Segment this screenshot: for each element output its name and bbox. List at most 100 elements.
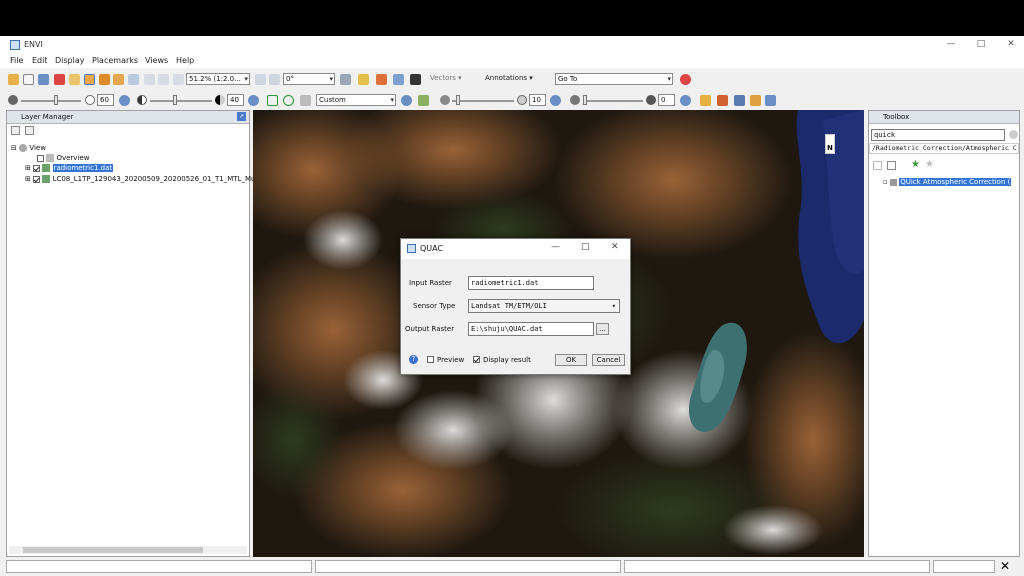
expand-all-icon[interactable] <box>25 126 34 135</box>
close-icon[interactable]: ✕ <box>1004 39 1018 51</box>
goto-combo[interactable]: Go To ▾ <box>555 73 673 85</box>
stretch-circle-icon[interactable] <box>283 95 294 106</box>
ok-button[interactable]: OK <box>555 354 587 366</box>
rotate-icon[interactable] <box>113 74 124 85</box>
raster-layer-icon <box>42 175 51 183</box>
spectral-icon[interactable] <box>717 95 728 106</box>
overview-checkbox[interactable] <box>37 154 44 162</box>
stretch-icon[interactable] <box>267 95 278 106</box>
tree-layer-2[interactable]: ⊞ LC08_L1TP_129043_20200509_20200526_01_… <box>25 174 255 184</box>
vectors-button[interactable]: Vectors ▾ <box>430 74 462 82</box>
menu-file[interactable]: File <box>10 56 23 65</box>
dialog-close-icon[interactable]: ✕ <box>611 242 619 252</box>
brightness-value[interactable]: 60 <box>97 94 114 106</box>
stretch-type-icon[interactable] <box>418 95 429 106</box>
pan-icon[interactable] <box>84 74 95 85</box>
sharpen-slider-knob[interactable] <box>456 95 460 105</box>
maximize-icon[interactable]: □ <box>974 39 988 51</box>
minimize-icon[interactable]: — <box>944 39 958 51</box>
transparency-slider-knob[interactable] <box>583 95 587 105</box>
fly-icon[interactable] <box>99 74 110 85</box>
transparency-value[interactable]: 0 <box>658 94 675 106</box>
input-raster-field[interactable]: radiometric1.dat <box>468 276 594 290</box>
brightness-icon <box>8 95 18 105</box>
favorite-icon[interactable]: ★ <box>925 160 934 170</box>
help-icon[interactable]: ? <box>409 355 418 364</box>
export-icon[interactable] <box>734 95 745 106</box>
clear-search-icon[interactable] <box>1009 130 1018 139</box>
chip-icon[interactable] <box>376 74 387 85</box>
favorite-add-icon[interactable]: ★ <box>911 160 920 170</box>
measure-icon[interactable] <box>393 74 404 85</box>
zoom-combo[interactable]: 51.2% (1:2.0... ▾ <box>186 73 250 85</box>
reset-sharpen-icon[interactable] <box>550 95 561 106</box>
cursor-icon[interactable] <box>69 74 80 85</box>
brightness-slider-knob[interactable] <box>54 95 58 105</box>
scrollbar-thumb[interactable] <box>23 547 203 553</box>
layer-1-checkbox[interactable] <box>33 164 41 172</box>
print-icon[interactable] <box>765 95 776 106</box>
contrast-slider-knob[interactable] <box>173 95 177 105</box>
tool-icon <box>889 178 897 186</box>
cancel-button[interactable]: Cancel <box>592 354 625 366</box>
contrast-slider[interactable] <box>150 100 212 102</box>
layer-manager-header: Layer Manager ↗ <box>7 111 249 124</box>
reset-brightness-icon[interactable] <box>119 95 130 106</box>
status-bar: ✕ <box>0 558 1024 576</box>
rotate-right-icon[interactable] <box>269 74 280 85</box>
rotate-left-icon[interactable] <box>255 74 266 85</box>
globe-icon[interactable] <box>340 74 351 85</box>
annotations-button[interactable]: Annotations ▾ <box>485 74 533 82</box>
layer-2-checkbox[interactable] <box>33 175 41 183</box>
toolbox-result-item[interactable]: ▫ QUick Atmospheric Correction ( <box>883 177 1012 187</box>
brightness-slider[interactable] <box>21 100 81 102</box>
zoom-out-icon[interactable] <box>158 74 169 85</box>
pin-icon[interactable] <box>54 74 65 85</box>
layer-icon[interactable] <box>38 74 49 85</box>
tree-overview-node[interactable]: Overview <box>37 153 89 163</box>
profile-icon[interactable] <box>700 95 711 106</box>
display-result-label: Display result <box>483 356 531 364</box>
browse-output-button[interactable]: ... <box>596 323 609 335</box>
display-result-checkbox[interactable] <box>473 356 480 363</box>
sharpen-value[interactable]: 10 <box>529 94 546 106</box>
contrast-high-icon <box>215 95 225 105</box>
crosshair-icon[interactable] <box>358 74 369 85</box>
portal-icon[interactable] <box>410 74 421 85</box>
refresh-icon[interactable] <box>401 95 412 106</box>
zoom-in-icon[interactable] <box>144 74 155 85</box>
histogram-icon[interactable] <box>300 95 311 106</box>
zoom-full-icon[interactable] <box>173 74 184 85</box>
menu-views[interactable]: Views <box>145 56 168 65</box>
menu-help[interactable]: Help <box>176 56 194 65</box>
stretch-combo[interactable]: Custom ▾ <box>316 94 396 106</box>
expand-icon[interactable] <box>887 161 896 170</box>
tree-view-node[interactable]: ⊟ View <box>11 143 46 153</box>
preview-checkbox[interactable] <box>427 356 434 363</box>
menu-placemarks[interactable]: Placemarks <box>92 56 138 65</box>
dialog-maximize-icon[interactable]: □ <box>581 242 590 252</box>
collapse-all-icon[interactable] <box>11 126 20 135</box>
menu-edit[interactable]: Edit <box>32 56 48 65</box>
collapse-icon[interactable] <box>873 161 882 170</box>
cancel-process-icon[interactable]: ✕ <box>1000 559 1010 573</box>
zoom-icon[interactable] <box>128 74 139 85</box>
open-folder-icon[interactable] <box>8 74 19 85</box>
transparency-slider[interactable] <box>583 100 643 102</box>
sensor-type-select[interactable]: Landsat TM/ETM/OLI ▾ <box>468 299 620 313</box>
horizontal-scrollbar[interactable] <box>9 546 247 554</box>
pin-panel-icon[interactable]: ↗ <box>237 112 246 121</box>
reset-transparency-icon[interactable] <box>680 95 691 106</box>
contrast-value[interactable]: 40 <box>227 94 244 106</box>
rotation-combo[interactable]: 0° ▾ <box>283 73 335 85</box>
clear-icon[interactable] <box>680 74 691 85</box>
tree-layer-1[interactable]: ⊞ radiometric1.dat <box>25 163 114 173</box>
menu-display[interactable]: Display <box>55 56 85 65</box>
output-raster-field[interactable]: E:\shuju\QUAC.dat <box>468 322 594 336</box>
reset-contrast-icon[interactable] <box>248 95 259 106</box>
sharpen-slider[interactable] <box>452 100 514 102</box>
data-manager-icon[interactable] <box>23 74 34 85</box>
chip-export-icon[interactable] <box>750 95 761 106</box>
toolbox-search-input[interactable]: quick <box>871 129 1005 141</box>
dialog-minimize-icon[interactable]: — <box>551 242 560 252</box>
